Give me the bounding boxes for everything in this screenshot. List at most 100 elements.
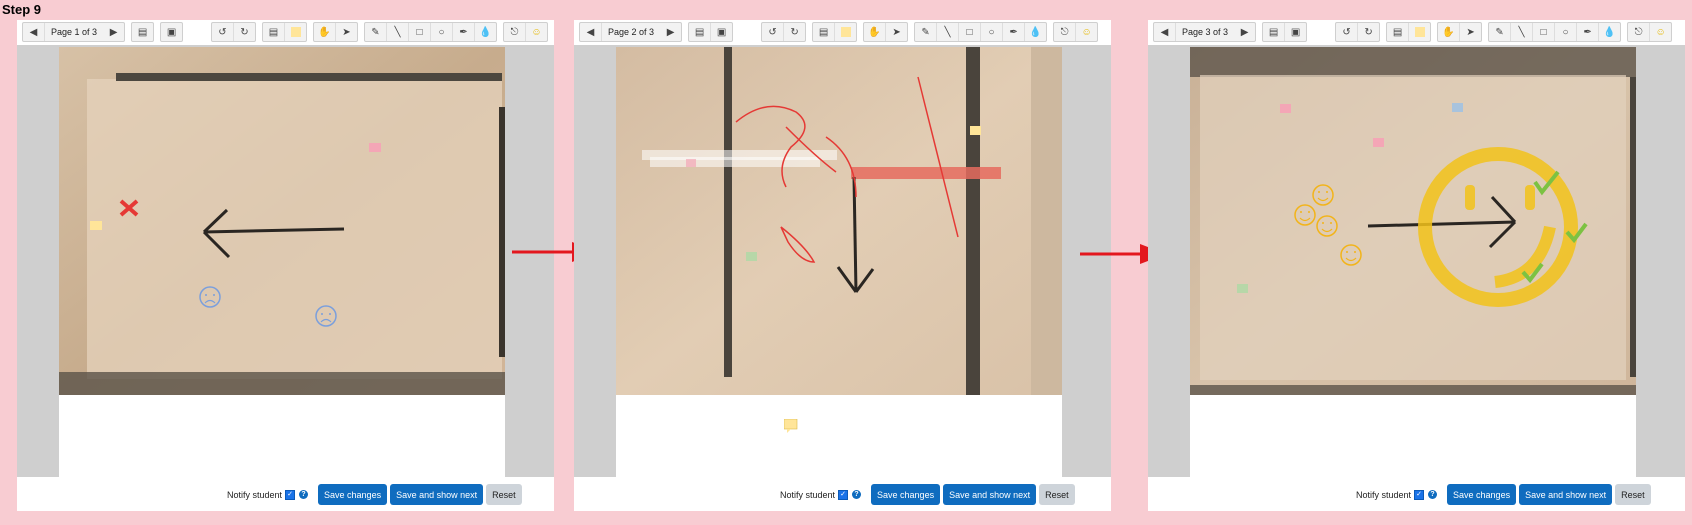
rectangle-tool-button[interactable]: □ bbox=[1533, 23, 1556, 41]
pen-icon: ✎ bbox=[921, 26, 930, 38]
oval-tool-button[interactable]: ○ bbox=[431, 23, 453, 41]
comment-tools-group: ▤ bbox=[812, 22, 858, 42]
line-tool-button[interactable]: ╲ bbox=[387, 23, 409, 41]
annotation-color-button[interactable]: 💧 bbox=[1599, 23, 1620, 41]
document-page[interactable] bbox=[1190, 47, 1636, 477]
highlight-tool-button[interactable]: ✒ bbox=[1003, 23, 1026, 41]
rotate-right-button[interactable]: ↻ bbox=[1358, 23, 1379, 41]
rectangle-tool-button[interactable]: □ bbox=[959, 23, 982, 41]
save-and-show-next-button[interactable]: Save and show next bbox=[1519, 484, 1613, 505]
document-viewer[interactable] bbox=[17, 45, 554, 477]
next-page-button[interactable]: ▶ bbox=[103, 23, 124, 41]
select-tool-button[interactable]: ➤ bbox=[886, 23, 907, 41]
stamp-tools-group: ⎋ ☺ bbox=[1053, 22, 1099, 42]
save-changes-button[interactable]: Save changes bbox=[1447, 484, 1517, 505]
comment-marker-icon[interactable] bbox=[784, 419, 798, 433]
rotate-right-button[interactable]: ↻ bbox=[234, 23, 255, 41]
line-tool-button[interactable]: ╲ bbox=[1511, 23, 1534, 41]
rectangle-icon: □ bbox=[966, 26, 973, 38]
student-submission-photo bbox=[1190, 47, 1636, 395]
save-and-show-next-button[interactable]: Save and show next bbox=[943, 484, 1037, 505]
triangle-left-icon: ◀ bbox=[29, 26, 38, 38]
rotate-left-button[interactable]: ↺ bbox=[762, 23, 785, 41]
highlight-tool-button[interactable]: ✒ bbox=[1577, 23, 1600, 41]
search-comments-button[interactable]: ▤ bbox=[689, 23, 712, 41]
page-indicator[interactable]: Page 1 of 3 bbox=[45, 27, 103, 37]
highlight-tool-button[interactable]: ✒ bbox=[453, 23, 475, 41]
rectangle-tool-button[interactable]: □ bbox=[409, 23, 431, 41]
pan-tool-button[interactable]: ✋ bbox=[864, 23, 887, 41]
next-page-button[interactable]: ▶ bbox=[660, 23, 681, 41]
annotation-color-button[interactable]: 💧 bbox=[1025, 23, 1046, 41]
reset-button[interactable]: Reset bbox=[1039, 484, 1075, 505]
comment-tool-button[interactable]: ▤ bbox=[1387, 23, 1410, 41]
pen-tool-button[interactable]: ✎ bbox=[915, 23, 938, 41]
stamp-picker-button[interactable]: ☺ bbox=[526, 23, 547, 41]
notify-student-checkbox[interactable]: ✓ bbox=[285, 489, 296, 500]
stamp-tool-button[interactable]: ⎋ bbox=[1628, 23, 1651, 41]
cursor-icon: ➤ bbox=[892, 26, 901, 38]
pan-tool-button[interactable]: ✋ bbox=[1438, 23, 1461, 41]
help-icon[interactable]: ? bbox=[1428, 490, 1438, 499]
rotate-left-button[interactable]: ↺ bbox=[212, 23, 234, 41]
pen-tool-button[interactable]: ✎ bbox=[1489, 23, 1512, 41]
step-title: Step 9 bbox=[2, 2, 42, 17]
select-tool-button[interactable]: ➤ bbox=[336, 23, 357, 41]
comment-color-button[interactable] bbox=[1409, 23, 1430, 41]
comment-tools-group: ▤ bbox=[1386, 22, 1432, 42]
document-page[interactable] bbox=[59, 47, 505, 477]
color-swatch-icon bbox=[290, 27, 301, 37]
triangle-left-icon: ◀ bbox=[586, 26, 595, 38]
stamp-picker-button[interactable]: ☺ bbox=[1076, 23, 1097, 41]
comment-icon: ▤ bbox=[1392, 26, 1403, 38]
save-and-show-next-button[interactable]: Save and show next bbox=[390, 484, 484, 505]
next-page-button[interactable]: ▶ bbox=[1234, 23, 1255, 41]
triangle-right-icon: ▶ bbox=[666, 26, 675, 38]
stamp-picker-button[interactable]: ☺ bbox=[1650, 23, 1671, 41]
rotate-left-icon: ↺ bbox=[218, 26, 227, 38]
document-viewer[interactable] bbox=[574, 45, 1111, 477]
search-comments-button[interactable]: ▤ bbox=[132, 23, 153, 41]
stamp-tool-button[interactable]: ⎋ bbox=[504, 23, 526, 41]
document-page[interactable] bbox=[616, 47, 1062, 477]
oval-tool-button[interactable]: ○ bbox=[1555, 23, 1578, 41]
document-viewer[interactable] bbox=[1148, 45, 1685, 477]
line-tool-button[interactable]: ╲ bbox=[937, 23, 960, 41]
pen-tool-button[interactable]: ✎ bbox=[365, 23, 387, 41]
collapse-button[interactable]: ▣ bbox=[161, 23, 182, 41]
comment-color-button[interactable] bbox=[285, 23, 306, 41]
annotation-color-button[interactable]: 💧 bbox=[475, 23, 496, 41]
pan-tool-button[interactable]: ✋ bbox=[314, 23, 336, 41]
comment-icon: ▤ bbox=[818, 26, 829, 38]
comment-color-button[interactable] bbox=[835, 23, 856, 41]
notify-student-checkbox[interactable]: ✓ bbox=[838, 489, 849, 500]
search-comments-button[interactable]: ▤ bbox=[1263, 23, 1286, 41]
rotate-left-button[interactable]: ↺ bbox=[1336, 23, 1359, 41]
rotate-right-icon: ↻ bbox=[1364, 26, 1373, 38]
page-indicator[interactable]: Page 2 of 3 bbox=[602, 27, 660, 37]
reset-button[interactable]: Reset bbox=[1615, 484, 1651, 505]
oval-tool-button[interactable]: ○ bbox=[981, 23, 1004, 41]
help-icon[interactable]: ? bbox=[299, 490, 309, 499]
previous-page-button[interactable]: ◀ bbox=[23, 23, 45, 41]
oval-icon: ○ bbox=[988, 26, 995, 38]
save-changes-button[interactable]: Save changes bbox=[871, 484, 941, 505]
help-icon[interactable]: ? bbox=[852, 490, 862, 499]
stamp-tools-group: ⎋ ☺ bbox=[1627, 22, 1673, 42]
droplet-icon: 💧 bbox=[479, 26, 492, 38]
save-changes-button[interactable]: Save changes bbox=[318, 484, 388, 505]
collapse-button[interactable]: ▣ bbox=[711, 23, 732, 41]
select-tool-button[interactable]: ➤ bbox=[1460, 23, 1481, 41]
stamp-tool-button[interactable]: ⎋ bbox=[1054, 23, 1077, 41]
previous-page-button[interactable]: ◀ bbox=[1154, 23, 1176, 41]
grading-footer: Notify student ✓ ? Save changes Save and… bbox=[1148, 478, 1685, 511]
rotate-right-button[interactable]: ↻ bbox=[784, 23, 805, 41]
page-indicator[interactable]: Page 3 of 3 bbox=[1176, 27, 1234, 37]
previous-page-button[interactable]: ◀ bbox=[580, 23, 602, 41]
notify-student-checkbox[interactable]: ✓ bbox=[1414, 489, 1425, 500]
comment-tool-button[interactable]: ▤ bbox=[263, 23, 285, 41]
comment-tool-button[interactable]: ▤ bbox=[813, 23, 836, 41]
expand-group: ▣ bbox=[160, 22, 184, 42]
collapse-button[interactable]: ▣ bbox=[1285, 23, 1306, 41]
reset-button[interactable]: Reset bbox=[486, 484, 522, 505]
